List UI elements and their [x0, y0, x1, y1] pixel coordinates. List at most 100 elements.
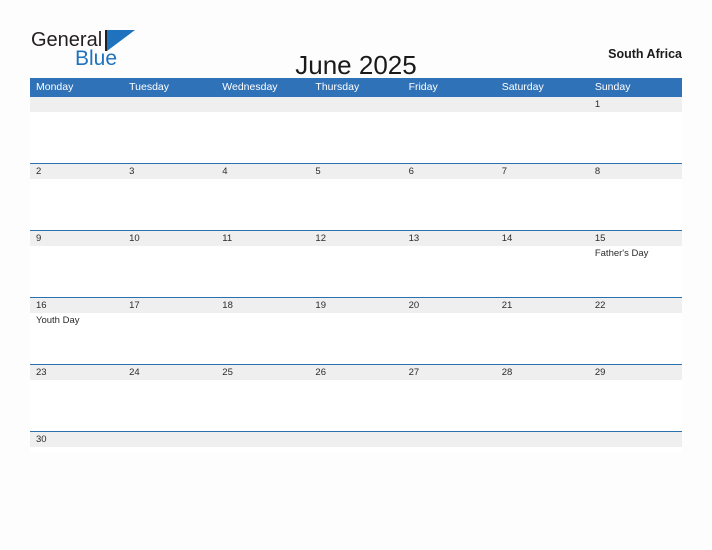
calendar-week-cells: 1 [30, 97, 682, 163]
calendar-page: General Blue June 2025 South Africa Mond… [0, 0, 712, 550]
day-number: 23 [36, 367, 47, 378]
weekday-header-thursday: Thursday [315, 81, 360, 93]
day-number: 24 [129, 367, 140, 378]
calendar-week-row: 23 24 25 26 27 28 29 [30, 364, 682, 431]
calendar-day-cell[interactable]: 9 [30, 231, 123, 297]
calendar-day-cell[interactable]: 8 [589, 164, 682, 230]
calendar-day-cell[interactable]: 27 [403, 365, 496, 431]
day-number: 12 [315, 233, 326, 244]
day-number: 1 [594, 99, 601, 110]
calendar-day-cell[interactable]: 24 [123, 365, 216, 431]
day-number: 25 [222, 367, 233, 378]
weekday-header-row: Monday Tuesday Wednesday Thursday Friday Satu… [30, 78, 682, 97]
weekday-header-saturday: Saturday [501, 81, 544, 93]
day-number: 27 [408, 367, 420, 378]
day-number: 18 [222, 300, 233, 311]
weekday-header-monday: Monday [36, 81, 74, 93]
calendar-day-cell[interactable]: 17 [123, 298, 216, 364]
day-number: 13 [408, 233, 420, 244]
day-number: 30 [36, 434, 47, 445]
calendar-day-cell[interactable]: 7 [496, 164, 589, 230]
day-number: 8 [594, 166, 601, 177]
calendar-day-cell[interactable]: 26 [309, 365, 402, 431]
day-number: 4 [222, 166, 228, 177]
day-number: 3 [129, 166, 135, 177]
calendar-day-cell-empty [123, 432, 216, 452]
calendar-weeks: 1 2 3 4 5 6 7 8 9 10 11 12 13 14 15 Father's Day 16 Youth… [30, 97, 682, 452]
calendar-day-cell-empty [496, 97, 589, 163]
day-number: 15 [594, 233, 606, 244]
calendar-day-cell[interactable]: 30 [30, 432, 123, 452]
calendar-week-cells: 9 10 11 12 13 14 15 Father's Day [30, 231, 682, 297]
calendar-day-cell[interactable]: 12 [309, 231, 402, 297]
page-title: June 2025 [295, 50, 417, 81]
calendar-week-cells: 30 [30, 432, 682, 452]
day-number: 6 [408, 166, 414, 177]
page-header: General Blue June 2025 South Africa [0, 0, 712, 81]
calendar-day-cell-empty [309, 97, 402, 163]
day-number: 28 [501, 367, 513, 378]
calendar-day-cell-empty [123, 97, 216, 163]
calendar-week-cells: 23 24 25 26 27 28 29 [30, 365, 682, 431]
day-number: 20 [408, 300, 420, 311]
calendar-day-cell[interactable]: 14 [496, 231, 589, 297]
calendar-day-cell[interactable]: 2 [30, 164, 123, 230]
weekday-header-wednesday: Wednesday [222, 81, 278, 93]
calendar-day-cell-empty [496, 432, 589, 452]
calendar-day-cell[interactable]: 29 [589, 365, 682, 431]
calendar-grid: Monday Tuesday Wednesday Thursday Friday Satu… [30, 78, 682, 452]
day-number: 5 [315, 166, 321, 177]
calendar-day-cell-empty [589, 432, 682, 452]
calendar-day-cell[interactable]: 3 [123, 164, 216, 230]
calendar-week-row: 30 [30, 431, 682, 452]
calendar-day-cell[interactable]: 11 [216, 231, 309, 297]
calendar-day-cell-empty [216, 432, 309, 452]
day-number: 14 [501, 233, 513, 244]
calendar-day-cell[interactable]: 4 [216, 164, 309, 230]
calendar-week-cells: 16 Youth Day 17 18 19 20 21 22 [30, 298, 682, 364]
calendar-day-cell[interactable]: 10 [123, 231, 216, 297]
calendar-day-cell[interactable]: 25 [216, 365, 309, 431]
calendar-day-cell-empty [309, 432, 402, 452]
calendar-day-cell[interactable]: 16 Youth Day [30, 298, 123, 364]
day-number: 10 [129, 233, 140, 244]
weekday-header-sunday: Sunday [594, 81, 631, 93]
day-number: 26 [315, 367, 326, 378]
calendar-day-cell[interactable]: 23 [30, 365, 123, 431]
calendar-day-cell[interactable]: 19 [309, 298, 402, 364]
calendar-day-cell[interactable]: 6 [403, 164, 496, 230]
calendar-day-cell[interactable]: 5 [309, 164, 402, 230]
day-number: 17 [129, 300, 140, 311]
day-number: 16 [36, 300, 47, 311]
calendar-day-cell-empty [30, 97, 123, 163]
day-number: 29 [594, 367, 606, 378]
weekday-header-friday: Friday [408, 81, 438, 93]
holiday-label: Father's Day [594, 248, 649, 259]
holiday-label: Youth Day [36, 315, 80, 326]
calendar-day-cell[interactable]: 1 [589, 97, 682, 163]
day-number: 2 [36, 166, 42, 177]
calendar-day-cell-empty [403, 432, 496, 452]
calendar-week-cells: 2 3 4 5 6 7 8 [30, 164, 682, 230]
day-number: 22 [594, 300, 606, 311]
calendar-day-cell[interactable]: 20 [403, 298, 496, 364]
day-number: 21 [501, 300, 513, 311]
day-number: 11 [222, 233, 233, 244]
day-number: 7 [501, 166, 507, 177]
day-events: Youth Day [30, 313, 123, 327]
calendar-week-row: 2 3 4 5 6 7 8 [30, 163, 682, 230]
calendar-day-cell[interactable]: 18 [216, 298, 309, 364]
calendar-day-cell[interactable]: 28 [496, 365, 589, 431]
calendar-day-cell[interactable]: 21 [496, 298, 589, 364]
calendar-week-row: 1 [30, 97, 682, 163]
calendar-day-cell[interactable]: 22 [589, 298, 682, 364]
calendar-day-cell[interactable]: 13 [403, 231, 496, 297]
calendar-day-cell[interactable]: 15 Father's Day [589, 231, 682, 297]
day-number: 9 [36, 233, 42, 244]
day-number: 19 [315, 300, 326, 311]
day-events: Father's Day [589, 246, 682, 260]
calendar-day-cell-empty [403, 97, 496, 163]
weekday-header-tuesday: Tuesday [129, 81, 170, 93]
calendar-week-row: 16 Youth Day 17 18 19 20 21 22 [30, 297, 682, 364]
calendar-day-cell-empty [216, 97, 309, 163]
